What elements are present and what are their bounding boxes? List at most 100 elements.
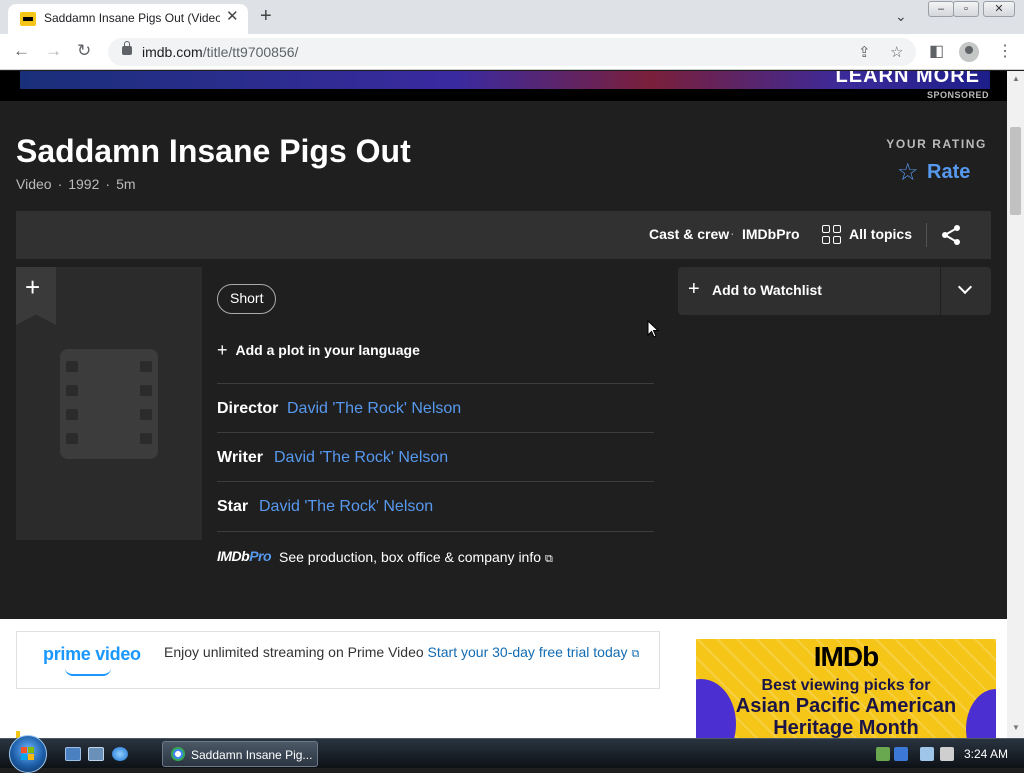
- credit-row-writer: Writer David 'The Rock' Nelson: [217, 432, 654, 481]
- internet-explorer-icon[interactable]: [112, 747, 128, 761]
- browser-toolbar: ← → ↻ imdb.com/title/tt9700856/ ⇪ ☆ ◧ ⋮: [0, 34, 1024, 70]
- windows-logo-icon: [21, 747, 35, 761]
- add-plot-label: Add a plot in your language: [235, 342, 420, 358]
- volume-muted-icon[interactable]: [940, 747, 954, 761]
- poster-placeholder[interactable]: +: [16, 267, 202, 540]
- imdb-ad-line: Asian Pacific American: [735, 695, 957, 717]
- watchlist-control: + Add to Watchlist: [678, 267, 991, 315]
- meta-separator: ·: [57, 176, 63, 192]
- new-tab-icon[interactable]: +: [260, 5, 272, 27]
- ad-cta[interactable]: LEARN MORE: [836, 71, 980, 88]
- prime-video-logo: prime video: [43, 644, 141, 664]
- side-panel-icon[interactable]: ◧: [929, 41, 944, 61]
- start-button[interactable]: [9, 735, 47, 773]
- page-scrollbar[interactable]: ▲ ▼: [1007, 71, 1024, 738]
- credit-role: Director: [217, 400, 279, 417]
- credit-role: Writer: [217, 449, 263, 466]
- imdbpro-promo-row[interactable]: IMDbPro See production, box office & com…: [217, 531, 654, 580]
- all-topics-grid-icon[interactable]: [822, 225, 842, 245]
- bookmark-star-icon[interactable]: ☆: [890, 43, 903, 61]
- browser-tab[interactable]: Saddamn Insane Pigs Out (Video ✕: [8, 4, 248, 34]
- scrollbar-thumb[interactable]: [1010, 127, 1021, 215]
- chevron-down-icon: [957, 279, 973, 295]
- credit-role: Star: [217, 498, 249, 515]
- address-bar[interactable]: imdb.com/title/tt9700856/ ⇪ ☆: [108, 38, 916, 66]
- rate-button[interactable]: ☆ Rate: [897, 159, 975, 187]
- film-strip-icon: [60, 349, 158, 459]
- credit-person-link[interactable]: David 'The Rock' Nelson: [259, 498, 433, 516]
- ad-creative[interactable]: LEARN MORE: [20, 71, 990, 89]
- mouse-pointer-icon: [647, 320, 659, 338]
- release-year[interactable]: 1992: [68, 176, 99, 192]
- imdbpro-link[interactable]: IMDbPro: [742, 226, 800, 242]
- switch-windows-icon[interactable]: [88, 747, 104, 761]
- chrome-icon: [171, 747, 185, 761]
- forward-arrow-icon[interactable]: →: [45, 41, 62, 61]
- prime-promo-text: Enjoy unlimited streaming on Prime Video…: [164, 644, 640, 660]
- cast-crew-link[interactable]: Cast & crew: [649, 226, 729, 242]
- subnav-separator: ·: [730, 225, 735, 241]
- credit-person-link[interactable]: David 'The Rock' Nelson: [274, 449, 448, 467]
- free-trial-link[interactable]: Start your 30-day free trial today: [428, 644, 628, 660]
- scroll-down-icon[interactable]: ▼: [1012, 723, 1020, 732]
- plus-icon: +: [217, 340, 228, 360]
- taskbar-window-title: Saddamn Insane Pig...: [191, 748, 313, 762]
- all-topics-button[interactable]: All topics: [849, 226, 912, 242]
- runtime: 5m: [116, 176, 136, 192]
- add-to-watchlist-plus-icon[interactable]: +: [25, 274, 40, 300]
- title-type: Video: [16, 176, 52, 192]
- genre-chip[interactable]: Short: [217, 284, 277, 314]
- add-to-watchlist-button[interactable]: + Add to Watchlist: [678, 267, 940, 315]
- star-outline-icon: ☆: [897, 159, 919, 186]
- tab-search-chevron-icon[interactable]: ⌄: [895, 5, 907, 27]
- tab-close-icon[interactable]: ✕: [226, 9, 239, 25]
- share-page-icon[interactable]: ⇪: [858, 43, 871, 61]
- external-link-icon: ⧉: [631, 648, 640, 660]
- profile-avatar-icon[interactable]: [959, 42, 979, 62]
- system-tray: 3:24 AM: [870, 739, 1024, 769]
- title-metadata: Video · 1992 · 5m: [16, 176, 136, 192]
- scroll-up-icon[interactable]: ▲: [1012, 74, 1020, 83]
- watchlist-dropdown-button[interactable]: [940, 267, 991, 315]
- lock-icon[interactable]: [122, 41, 132, 55]
- tray-app-icon[interactable]: [894, 747, 908, 761]
- windows-taskbar: Saddamn Insane Pig... 3:24 AM: [0, 735, 1024, 773]
- url-text[interactable]: imdb.com/title/tt9700856/: [142, 44, 298, 60]
- maximize-button[interactable]: ▫: [953, 1, 979, 17]
- subnav-divider: [926, 223, 927, 247]
- imdbpro-logo: IMDbPro: [217, 548, 272, 564]
- watchlist-label: Add to Watchlist: [712, 282, 822, 298]
- plus-icon: +: [688, 278, 700, 300]
- imdb-ad-brand: IMDb: [813, 641, 879, 672]
- imdbpro-promo-text[interactable]: See production, box office & company inf…: [279, 549, 553, 566]
- prime-video-promo: prime video Enjoy unlimited streaming on…: [16, 631, 660, 689]
- reload-icon[interactable]: ↻: [77, 41, 91, 61]
- taskbar-clock[interactable]: 3:24 AM: [964, 747, 1008, 761]
- title-subnav: Cast & crew · IMDbPro All topics: [16, 211, 991, 259]
- meta-separator: ·: [105, 176, 111, 192]
- tray-app-icon[interactable]: [876, 747, 890, 761]
- credit-person-link[interactable]: David 'The Rock' Nelson: [287, 400, 461, 418]
- external-link-icon: ⧉: [545, 553, 553, 565]
- prime-smile-icon: [65, 668, 111, 676]
- back-arrow-icon[interactable]: ←: [13, 41, 30, 61]
- tab-title: Saddamn Insane Pigs Out (Video: [44, 11, 220, 25]
- lower-section: prime video Enjoy unlimited streaming on…: [0, 619, 1007, 738]
- credit-row-star: Star David 'The Rock' Nelson: [217, 481, 654, 530]
- rate-label: Rate: [927, 161, 971, 183]
- imdb-ad-line: Best viewing picks for: [761, 677, 931, 694]
- minimize-button[interactable]: –: [928, 1, 954, 17]
- show-desktop-icon[interactable]: [65, 747, 81, 761]
- sponsored-label: SPONSORED: [926, 90, 989, 100]
- close-window-button[interactable]: ✕: [983, 1, 1015, 17]
- imdb-promo-ad[interactable]: IMDb Best viewing picks for Asian Pacifi…: [696, 639, 996, 738]
- add-plot-link[interactable]: + Add a plot in your language: [217, 339, 420, 360]
- taskbar-chrome-window[interactable]: Saddamn Insane Pig...: [162, 741, 318, 767]
- browser-menu-icon[interactable]: ⋮: [997, 41, 1013, 61]
- imdb-ad-line: Heritage Month: [773, 717, 919, 738]
- ad-banner[interactable]: LEARN MORE SPONSORED: [0, 71, 1007, 101]
- imdb-favicon-icon: [20, 12, 36, 26]
- network-icon[interactable]: [920, 747, 934, 761]
- share-icon[interactable]: [940, 224, 962, 246]
- imdb-title-page: LEARN MORE SPONSORED Saddamn Insane Pigs…: [0, 71, 1007, 738]
